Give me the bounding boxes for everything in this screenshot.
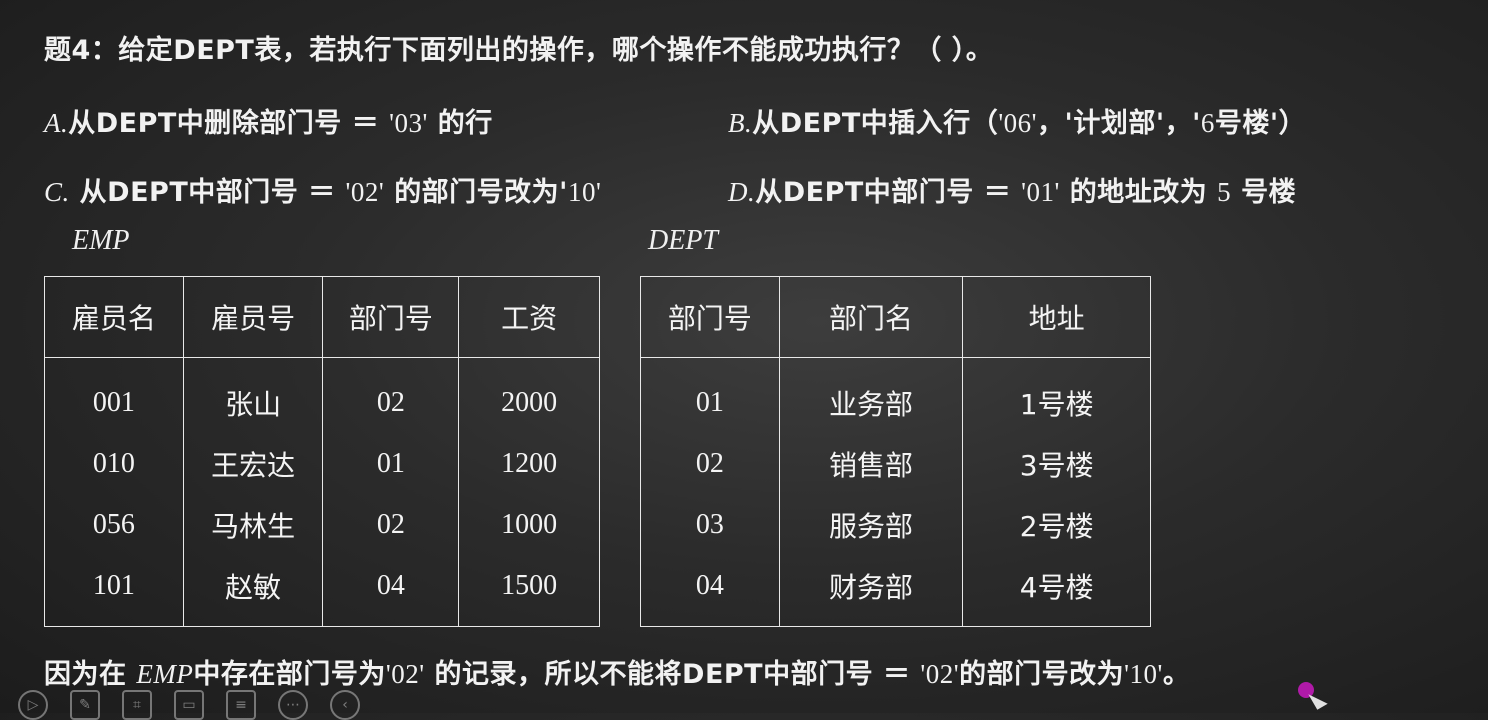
dept-cell: 02	[640, 433, 780, 494]
emp-cell: 王宏达	[182, 433, 324, 494]
option-b-val1: '06'	[998, 108, 1038, 138]
option-d-pre: 从DEPT中部门号 ＝	[755, 177, 1012, 208]
dept-label: DEPT	[648, 225, 718, 256]
answer-pre: 因为在	[44, 659, 127, 690]
table-row: 010 王宏达 01 1200	[44, 433, 600, 494]
option-b: B.从DEPT中插入行（'06'，'计划部'，'6号楼'）	[728, 101, 1306, 140]
dept-cell: 服务部	[778, 494, 964, 555]
answer-mid3: 的部门号改为	[959, 659, 1125, 690]
option-c-mid: 的部门号改为'	[394, 177, 568, 208]
emp-cell: 张山	[182, 357, 324, 433]
emp-label: EMP	[72, 225, 130, 256]
option-d-post: 号楼	[1241, 177, 1297, 208]
list-icon[interactable]: ≡	[226, 690, 256, 720]
dept-header-row: 部门号 部门名 地址	[640, 276, 1151, 358]
dept-header-address: 地址	[962, 276, 1151, 358]
emp-header-name: 雇员名	[44, 276, 184, 358]
option-b-sep1: ，'	[1037, 108, 1074, 139]
emp-cell: 2000	[458, 357, 600, 433]
emp-cell: 04	[322, 555, 460, 627]
emp-header-id: 雇员号	[182, 276, 324, 358]
emp-cell: 02	[322, 494, 460, 555]
option-d: D.从DEPT中部门号 ＝ '01' 的地址改为 5 号楼	[728, 170, 1296, 209]
option-a-pre: 从DEPT中删除部门号 ＝	[68, 108, 380, 139]
answer-emp: EMP	[136, 659, 194, 689]
emp-cell: 101	[44, 555, 184, 627]
emp-cell: 1000	[458, 494, 600, 555]
question-title: 题4：给定DEPT表，若执行下面列出的操作，哪个操作不能成功执行？（ ）。	[44, 35, 994, 66]
dept-cell: 03	[640, 494, 780, 555]
answer-val2: '02'	[920, 659, 960, 689]
emp-cell: 02	[322, 357, 460, 433]
screenshot-icon[interactable]: ⌗	[122, 690, 152, 720]
option-a-val: '03'	[389, 108, 428, 138]
emp-cell: 010	[44, 433, 184, 494]
dept-cell: 销售部	[778, 433, 964, 494]
answer-explanation: 因为在 EMP中存在部门号为'02' 的记录，所以不能将DEPT中部门号 ＝ '…	[44, 652, 1190, 691]
dept-cell: 04	[640, 555, 780, 627]
option-a: A.从DEPT中删除部门号 ＝ '03' 的行	[44, 101, 493, 140]
emp-cell: 056	[44, 494, 184, 555]
option-c-val2: 10'	[567, 177, 602, 207]
emp-header-salary: 工资	[458, 276, 600, 358]
option-c: C. 从DEPT中部门号 ＝ '02' 的部门号改为'10'	[44, 170, 601, 209]
dept-cell: 3号楼	[962, 433, 1151, 494]
answer-mid2: 的记录，所以不能将DEPT中部门号 ＝	[434, 659, 911, 690]
dept-cell: 2号楼	[962, 494, 1151, 555]
dept-header-id: 部门号	[640, 276, 780, 358]
table-row: 03 服务部 2号楼	[640, 494, 1151, 555]
table-row: 056 马林生 02 1000	[44, 494, 600, 555]
option-a-letter: A.	[44, 108, 69, 138]
answer-mid1: 中存在部门号为	[193, 659, 386, 690]
more-icon[interactable]: ⋯	[278, 690, 308, 720]
table-row: 01 业务部 1号楼	[640, 357, 1151, 433]
option-d-mid: 的地址改为	[1069, 177, 1208, 208]
player-toolbar: ▷ ✎ ⌗ ▭ ≡ ⋯ ‹	[18, 690, 360, 720]
emp-header-dept: 部门号	[322, 276, 460, 358]
option-b-post: 号楼'）	[1214, 108, 1307, 139]
option-c-letter: C.	[44, 177, 70, 207]
dept-cell: 业务部	[778, 357, 964, 433]
option-d-val: '01'	[1021, 177, 1060, 207]
play-icon[interactable]: ▷	[18, 690, 48, 720]
dept-cell: 4号楼	[962, 555, 1151, 627]
emp-cell: 001	[44, 357, 184, 433]
option-b-mid: 计划部	[1073, 108, 1156, 139]
dept-cell: 1号楼	[962, 357, 1151, 433]
option-b-val2: 6	[1200, 108, 1215, 138]
table-row: 02 销售部 3号楼	[640, 433, 1151, 494]
option-a-post: 的行	[437, 108, 493, 139]
answer-val: '02'	[385, 659, 425, 689]
table-row: 04 财务部 4号楼	[640, 555, 1151, 627]
pen-icon[interactable]: ✎	[70, 690, 100, 720]
mouse-cursor-icon	[1308, 688, 1328, 710]
option-d-num: 5	[1217, 177, 1232, 207]
option-b-letter: B.	[728, 108, 753, 138]
dept-cell: 财务部	[778, 555, 964, 627]
option-d-letter: D.	[728, 177, 756, 207]
option-c-val: '02'	[345, 177, 385, 207]
emp-cell: 马林生	[182, 494, 324, 555]
table-row: 101 赵敏 04 1500	[44, 555, 600, 627]
option-c-pre: 从DEPT中部门号 ＝	[79, 177, 336, 208]
answer-val3: '10'	[1124, 659, 1163, 689]
dept-cell: 01	[640, 357, 780, 433]
dept-header-name: 部门名	[778, 276, 964, 358]
emp-header-row: 雇员名 雇员号 部门号 工资	[44, 276, 600, 358]
emp-cell: 01	[322, 433, 460, 494]
table-row: 001 张山 02 2000	[44, 357, 600, 433]
answer-post: 。	[1162, 659, 1191, 690]
dept-table: 部门号 部门名 地址 01 业务部 1号楼 02 销售部 3号楼 03 服务部 …	[640, 276, 1151, 627]
emp-cell: 赵敏	[182, 555, 324, 627]
option-b-pre: 从DEPT中插入行（	[752, 108, 999, 139]
emp-table: 雇员名 雇员号 部门号 工资 001 张山 02 2000 010 王宏达 01…	[44, 276, 600, 627]
option-b-sep2: '，'	[1155, 108, 1201, 139]
screen-icon[interactable]: ▭	[174, 690, 204, 720]
back-icon[interactable]: ‹	[330, 690, 360, 720]
emp-cell: 1500	[458, 555, 600, 627]
emp-cell: 1200	[458, 433, 600, 494]
